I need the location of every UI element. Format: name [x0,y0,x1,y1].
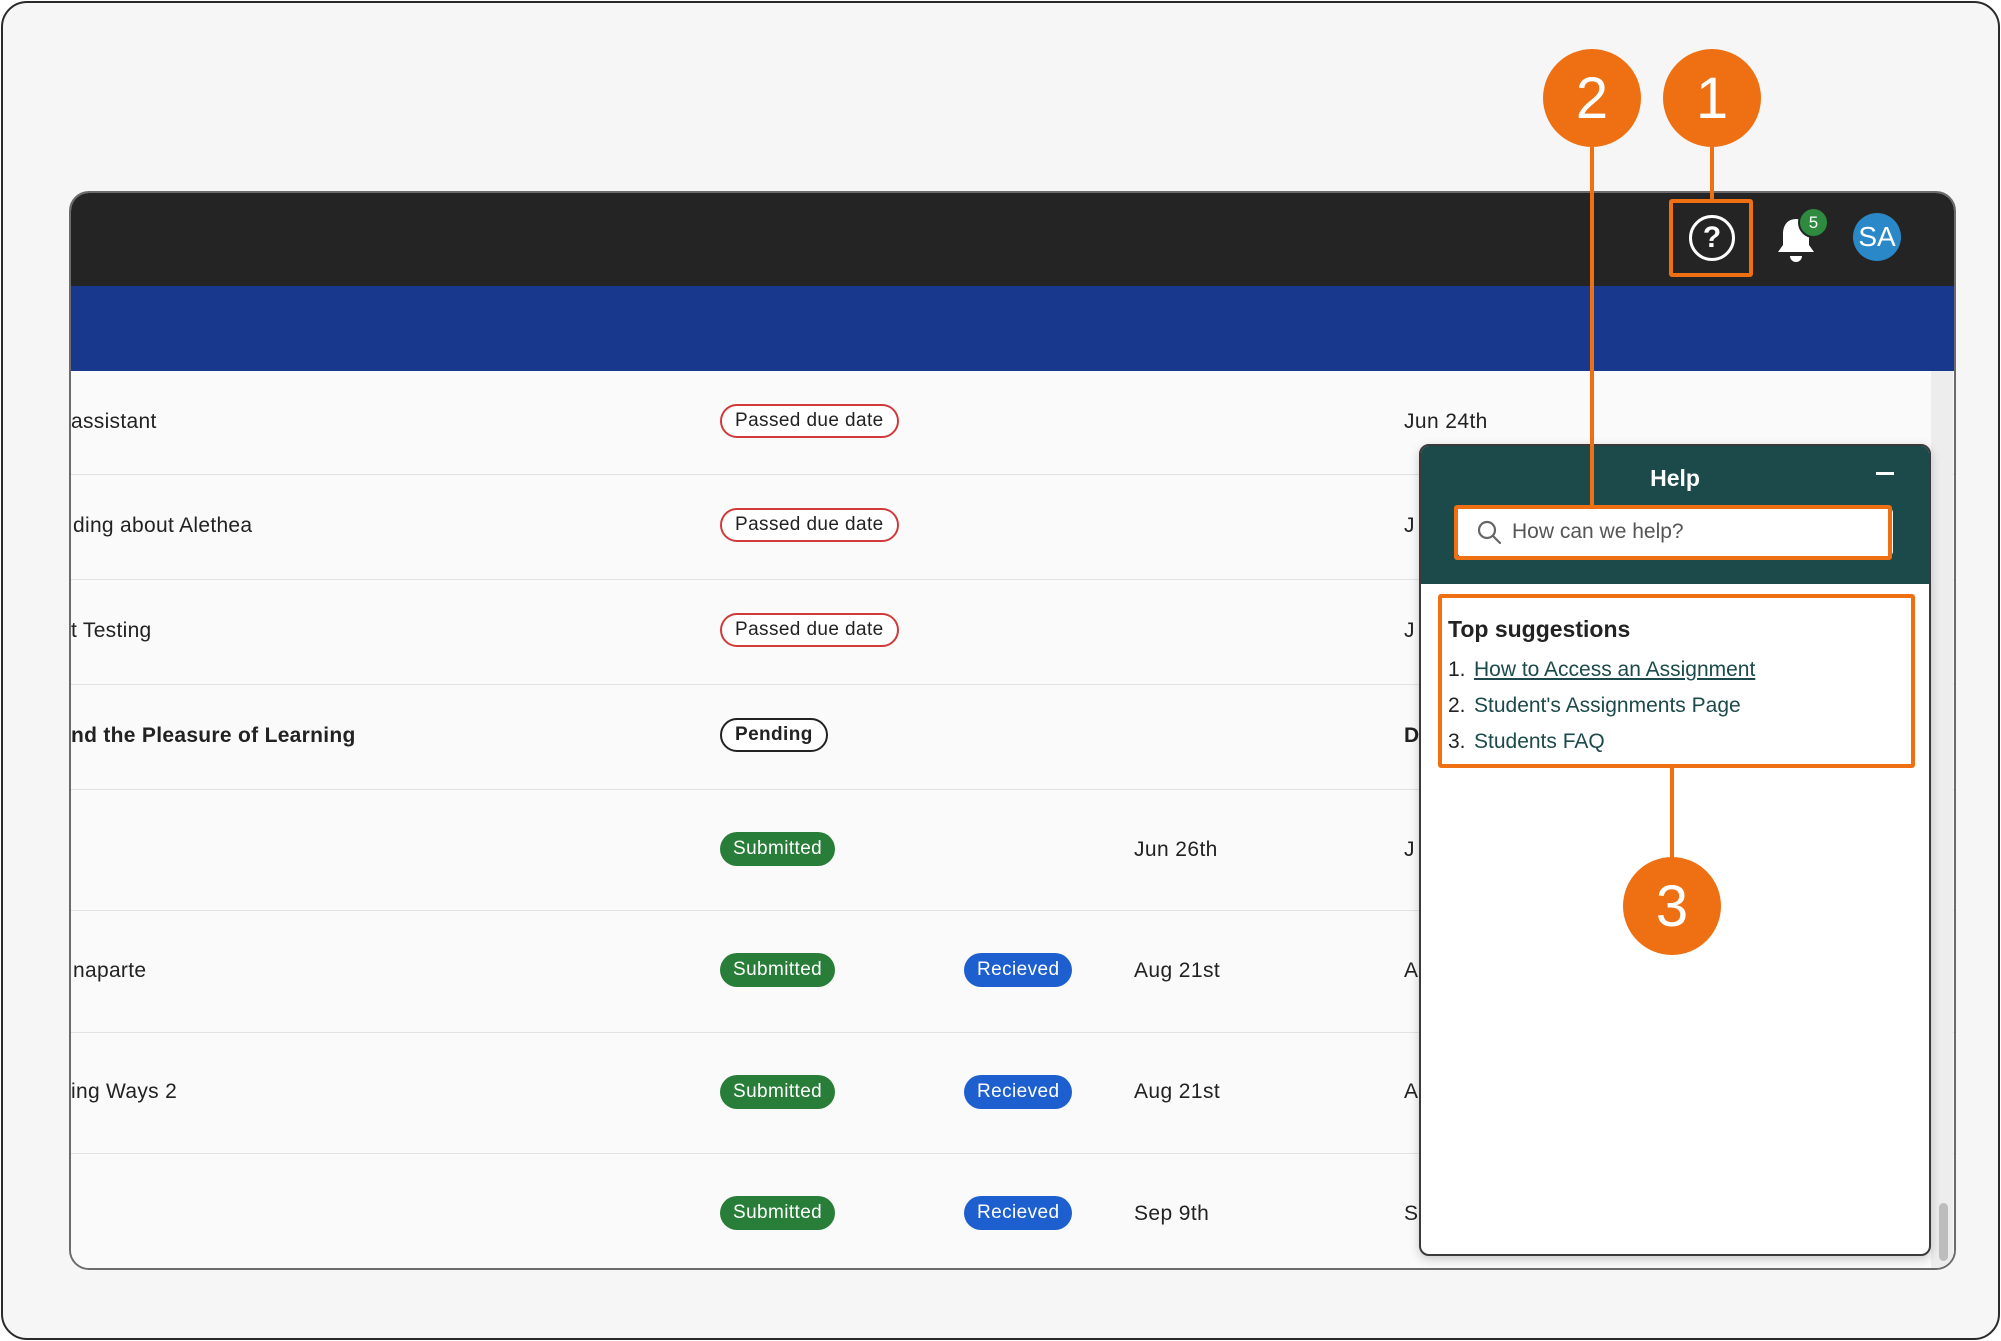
due-date: A [1404,959,1419,982]
grade-status-badge: Recieved [964,1075,1073,1109]
due-date: Jun 24th [1404,410,1488,433]
submitted-date: Jun 26th [1134,838,1218,861]
annotation-callout-1: 1 [1663,49,1761,147]
annotation-line-3 [1670,768,1674,860]
sub-header-bar [71,286,1954,433]
annotation-line-2 [1590,147,1594,505]
submitted-date: Aug 21st [1134,1080,1221,1103]
user-avatar[interactable]: SA [1853,213,1901,261]
status-badge: Passed due date [720,508,899,542]
annotation-line-1 [1710,147,1714,199]
status-badge: Submitted [720,1196,836,1230]
status-badge: Passed due date [720,613,899,647]
grade-status-badge: Recieved [964,953,1073,987]
annotation-callout-3: 3 [1623,857,1721,955]
help-panel-title: Help [1650,465,1700,491]
assignment-title[interactable]: ding about Alethea [73,514,252,538]
status-badge: Submitted [720,953,836,987]
due-date: J [1404,619,1415,642]
due-date: A [1404,1080,1419,1103]
assignment-title[interactable]: ing Ways 2 [71,1080,177,1104]
scrollbar-thumb[interactable] [1939,1203,1948,1261]
assignment-title[interactable]: assistant [71,410,157,434]
annotation-box-help-button [1669,199,1753,277]
status-badge: Passed due date [720,404,899,438]
annotation-callout-2: 2 [1543,49,1641,147]
grade-status-badge: Recieved [964,1196,1073,1230]
scrollbar-track[interactable] [1931,371,1953,1268]
due-date: J [1404,514,1415,537]
help-panel: Help Top suggestions 1. How to Access an… [1419,444,1931,1256]
due-date: D [1404,724,1420,747]
submitted-date: Aug 21st [1134,959,1221,982]
due-date: S [1404,1202,1419,1225]
assignment-title[interactable]: nd the Pleasure of Learning [71,724,356,748]
assignment-title[interactable]: naparte [73,959,146,983]
assignment-title[interactable]: t Testing [71,619,152,643]
status-badge: Pending [720,718,828,752]
due-date: J [1404,838,1415,861]
status-badge: Submitted [720,832,836,866]
minimize-icon[interactable] [1876,472,1894,475]
notification-count-badge: 5 [1798,207,1829,238]
status-badge: Submitted [720,1075,836,1109]
annotation-box-suggestions [1438,594,1915,768]
submitted-date: Sep 9th [1134,1202,1210,1225]
annotation-box-search [1454,505,1892,560]
